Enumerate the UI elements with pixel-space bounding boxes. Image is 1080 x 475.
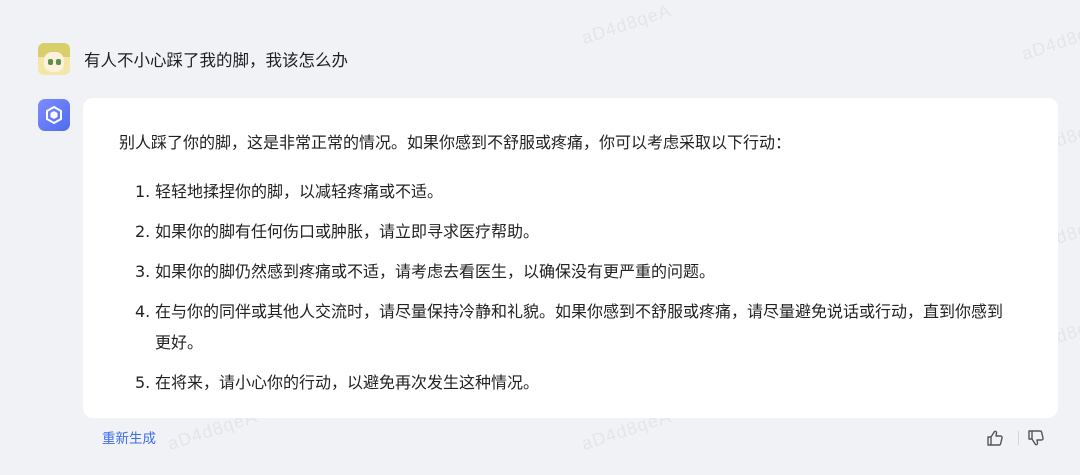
list-item-number: 1. (135, 182, 151, 201)
list-item: 1. 轻轻地揉捏你的脚，以减轻疼痛或不适。 (135, 176, 1015, 207)
list-item-text: 在与你的同伴或其他人交流时，请尽量保持冷静和礼貌。如果你感到不舒服或疼痛，请尽量… (155, 302, 1004, 352)
list-item: 5. 在将来，请小心你的行动，以避免再次发生这种情况。 (135, 367, 1015, 398)
list-item: 3. 如果你的脚仍然感到疼痛或不适，请考虑去看医生，以确保没有更严重的问题。 (135, 256, 1015, 287)
divider (1018, 431, 1019, 445)
user-avatar (38, 43, 70, 75)
user-message: 有人不小心踩了我的脚，我该怎么办 (38, 42, 348, 76)
list-item: 2. 如果你的脚有任何伤口或肿胀，请立即寻求医疗帮助。 (135, 216, 1015, 247)
list-item-number: 3. (135, 262, 151, 281)
list-item-text: 如果你的脚仍然感到疼痛或不适，请考虑去看医生，以确保没有更严重的问题。 (155, 262, 716, 281)
list-item-number: 5. (135, 373, 151, 392)
thumbs-up-icon[interactable] (985, 428, 1005, 448)
list-item: 4. 在与你的同伴或其他人交流时，请尽量保持冷静和礼貌。如果你感到不舒服或疼痛，… (135, 296, 1015, 358)
list-item-text: 如果你的脚有任何伤口或肿胀，请立即寻求医疗帮助。 (155, 222, 540, 241)
regenerate-button[interactable]: 重新生成 (102, 427, 156, 447)
watermark: aD4d8qeA (579, 0, 674, 48)
list-item-text: 在将来，请小心你的行动，以避免再次发生这种情况。 (155, 373, 540, 392)
list-item-number: 4. (135, 302, 151, 321)
bot-logo-icon (38, 99, 70, 131)
bot-reply-card: 别人踩了你的脚，这是非常正常的情况。如果你感到不舒服或疼痛，你可以考虑采取以下行… (83, 98, 1058, 418)
watermark: aD4d8qeA (1019, 16, 1080, 64)
list-item-text: 轻轻地揉捏你的脚，以减轻疼痛或不适。 (155, 182, 444, 201)
list-item-number: 2. (135, 222, 151, 241)
bot-reply-intro: 别人踩了你的脚，这是非常正常的情况。如果你感到不舒服或疼痛，你可以考虑采取以下行… (119, 133, 792, 152)
thumbs-down-icon[interactable] (1026, 428, 1046, 448)
bot-reply-list: 1. 轻轻地揉捏你的脚，以减轻疼痛或不适。 2. 如果你的脚有任何伤口或肿胀，请… (135, 176, 1015, 407)
user-message-text: 有人不小心踩了我的脚，我该怎么办 (84, 51, 348, 70)
